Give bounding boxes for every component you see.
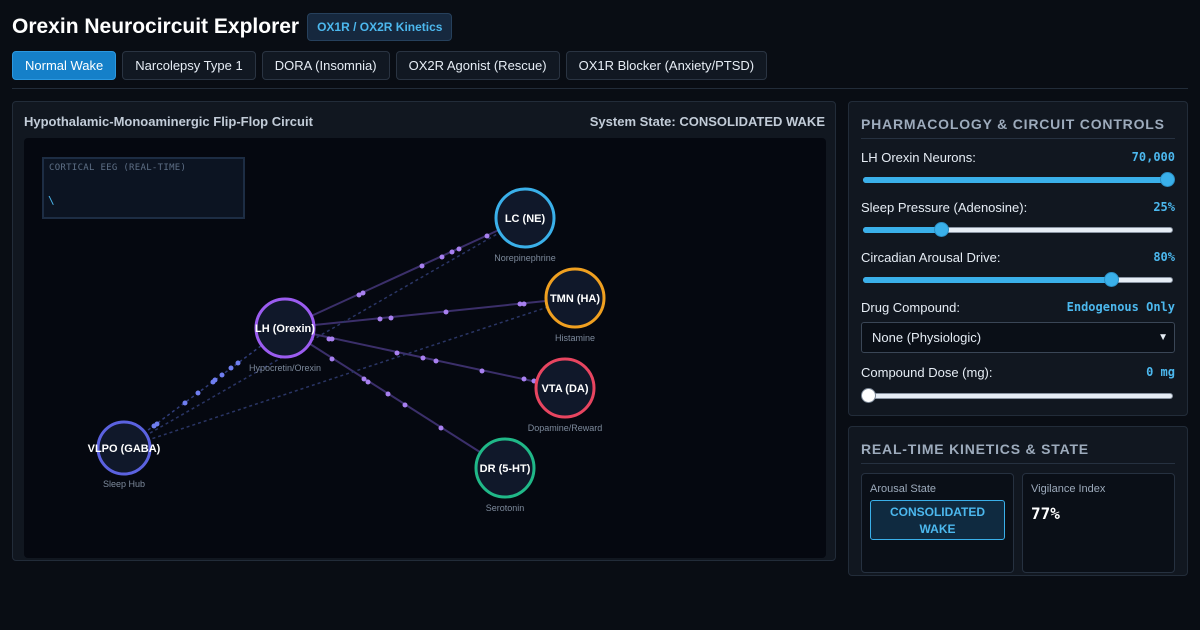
dose-value: 0 mg	[1146, 365, 1175, 379]
arousal-state-line1: CONSOLIDATED	[889, 505, 986, 519]
edge-lh-dr	[284, 327, 506, 469]
circuit-title: Hypothalamic-Monoaminergic Flip-Flop Cir…	[24, 114, 313, 129]
tab-narcolepsy[interactable]: Narcolepsy Type 1	[122, 51, 256, 80]
node-lc-sub: Norepinephrine	[494, 253, 556, 263]
node-lh-label: LH (Orexin)	[255, 323, 315, 335]
node-vlpo[interactable]: VLPO (GABA) Sleep Hub	[88, 420, 161, 489]
sleep-pressure-slider-fill	[863, 227, 941, 233]
kinetics-title: REAL-TIME KINETICS & STATE	[861, 441, 1175, 464]
sleep-pressure-label: Sleep Pressure (Adenosine):	[861, 200, 1028, 215]
vigilance-card: Vigilance Index 77%	[1022, 473, 1175, 573]
sleep-pressure-slider[interactable]	[861, 222, 1175, 238]
eeg-label: CORTICAL EEG (REAL-TIME)	[49, 163, 187, 173]
app-title: Orexin Neurocircuit Explorer	[12, 15, 300, 38]
node-dr[interactable]: DR (5-HT) Serotonin	[474, 437, 536, 513]
vigilance-value: 77%	[1031, 504, 1060, 523]
dose-slider-thumb[interactable]	[861, 388, 876, 403]
tab-normal-wake[interactable]: Normal Wake	[12, 51, 117, 80]
signal-particles	[326, 233, 537, 431]
dose-slider-track	[863, 393, 1173, 399]
node-dr-sub: Serotonin	[486, 503, 525, 513]
orexin-label: LH Orexin Neurons:	[861, 150, 976, 165]
arousal-state-line2: WAKE	[919, 522, 956, 536]
drug-row: Drug Compound: Endogenous Only	[861, 300, 1175, 315]
orexin-value: 70,000	[1131, 150, 1175, 164]
circadian-slider-thumb[interactable]	[1104, 272, 1119, 287]
scenario-tabs: Normal Wake Narcolepsy Type 1 DORA (Inso…	[12, 51, 768, 80]
controls-title: PHARMACOLOGY & CIRCUIT CONTROLS	[861, 116, 1175, 139]
orexin-slider[interactable]	[861, 172, 1175, 188]
arousal-state-card: Arousal State CONSOLIDATED WAKE	[861, 473, 1014, 573]
dose-row: Compound Dose (mg): 0 mg	[861, 365, 1175, 380]
drug-select[interactable]: None (Physiologic) ▼	[861, 322, 1175, 353]
drug-value: Endogenous Only	[1066, 300, 1175, 314]
sleep-pressure-value: 25%	[1153, 200, 1175, 214]
node-vta[interactable]: VTA (DA) Dopamine/Reward	[528, 357, 603, 433]
tab-ox1r-blocker[interactable]: OX1R Blocker (Anxiety/PTSD)	[565, 51, 768, 80]
node-tmn-label: TMN (HA)	[550, 293, 600, 305]
circuit-panel: Hypothalamic-Monoaminergic Flip-Flop Cir…	[12, 101, 836, 561]
vigilance-label: Vigilance Index	[1031, 483, 1106, 495]
node-lh-sub: Hypocretin/Orexin	[249, 363, 321, 373]
node-vta-label: VTA (DA)	[541, 383, 588, 395]
node-vta-sub: Dopamine/Reward	[528, 423, 603, 433]
tab-dora[interactable]: DORA (Insomnia)	[261, 51, 390, 80]
circuit-canvas[interactable]: LH (Orexin) Hypocretin/Orexin LC (NE) No…	[24, 138, 826, 558]
tab-ox2r-agonist[interactable]: OX2R Agonist (Rescue)	[395, 51, 560, 80]
eeg-trace: \	[48, 194, 55, 207]
drug-label: Drug Compound:	[861, 300, 960, 315]
kinetics-panel: REAL-TIME KINETICS & STATE Arousal State…	[848, 426, 1188, 576]
node-lc-label: LC (NE)	[505, 213, 546, 225]
node-vlpo-sub: Sleep Hub	[103, 479, 145, 489]
orexin-row: LH Orexin Neurons: 70,000	[861, 150, 1175, 165]
eeg-monitor: CORTICAL EEG (REAL-TIME) \	[42, 157, 245, 219]
node-lh[interactable]: LH (Orexin) Hypocretin/Orexin	[249, 297, 321, 373]
edge-lh-tmn	[284, 297, 576, 329]
sleep-pressure-slider-thumb[interactable]	[933, 222, 949, 237]
arousal-state-label: Arousal State	[870, 483, 937, 495]
dose-slider[interactable]	[861, 388, 1175, 404]
circadian-value: 80%	[1153, 250, 1175, 264]
orexin-slider-fill	[863, 177, 1173, 183]
app-header: Orexin Neurocircuit Explorer OX1R / OX2R…	[12, 13, 453, 41]
drug-select-value: None (Physiologic)	[872, 330, 982, 345]
controls-panel: PHARMACOLOGY & CIRCUIT CONTROLS LH Orexi…	[848, 101, 1188, 416]
node-dr-label: DR (5-HT)	[480, 463, 531, 475]
sleep-pressure-row: Sleep Pressure (Adenosine): 25%	[861, 200, 1175, 215]
header-divider	[12, 88, 1188, 89]
orexin-slider-thumb[interactable]	[1160, 172, 1175, 187]
receptor-badge: OX1R / OX2R Kinetics	[307, 13, 453, 41]
node-tmn-sub: Histamine	[555, 333, 595, 343]
chevron-down-icon: ▼	[1158, 332, 1168, 343]
dose-label: Compound Dose (mg):	[861, 365, 993, 380]
circadian-slider-fill	[863, 277, 1111, 283]
node-vlpo-label: VLPO (GABA)	[88, 443, 161, 455]
circadian-label: Circadian Arousal Drive:	[861, 250, 1001, 265]
circadian-slider[interactable]	[861, 272, 1175, 288]
arousal-state-badge: CONSOLIDATED WAKE	[870, 500, 1005, 540]
edge-vlpo-lc	[123, 217, 526, 449]
node-tmn[interactable]: TMN (HA) Histamine	[544, 267, 606, 343]
system-state-label: System State: CONSOLIDATED WAKE	[589, 114, 825, 129]
circadian-row: Circadian Arousal Drive: 80%	[861, 250, 1175, 265]
node-lc[interactable]: LC (NE) Norepinephrine	[494, 187, 556, 263]
